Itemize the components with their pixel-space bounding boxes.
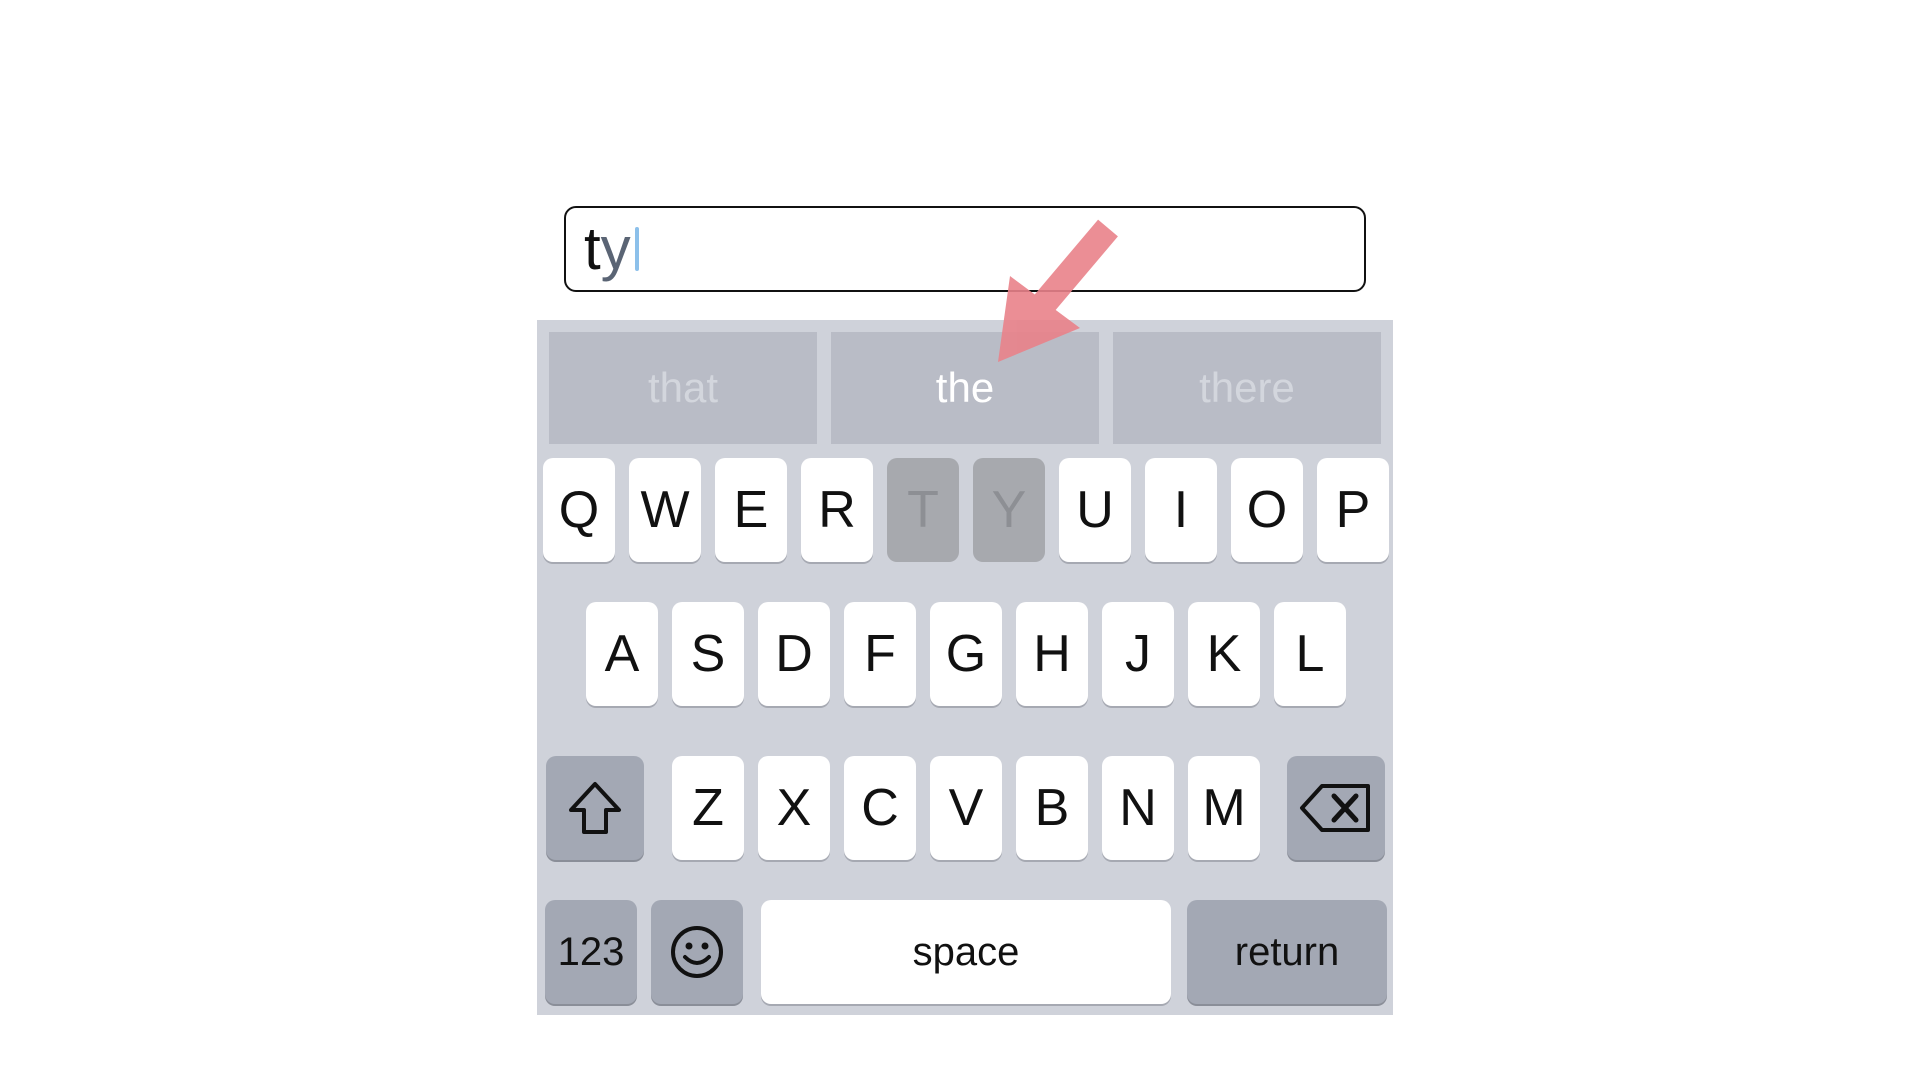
key-m[interactable]: M — [1188, 756, 1260, 860]
key-y[interactable]: Y — [973, 458, 1045, 562]
suggestion-that[interactable]: that — [549, 332, 817, 444]
key-e[interactable]: E — [715, 458, 787, 562]
key-v[interactable]: V — [930, 756, 1002, 860]
on-screen-keyboard: that the there Q W E R T Y U I O P A S D… — [537, 320, 1393, 1015]
key-w[interactable]: W — [629, 458, 701, 562]
key-r[interactable]: R — [801, 458, 873, 562]
key-j[interactable]: J — [1102, 602, 1174, 706]
key-p[interactable]: P — [1317, 458, 1389, 562]
key-c[interactable]: C — [844, 756, 916, 860]
emoji-key[interactable] — [651, 900, 743, 1004]
key-z[interactable]: Z — [672, 756, 744, 860]
text-input-field[interactable]: ty — [564, 206, 1366, 292]
pending-text: y — [600, 215, 631, 282]
key-s[interactable]: S — [672, 602, 744, 706]
backspace-key[interactable] — [1287, 756, 1385, 860]
suggestion-bar: that the there — [549, 332, 1381, 444]
key-o[interactable]: O — [1231, 458, 1303, 562]
screen: ty that the there Q W E R T Y U I O P A … — [0, 0, 1920, 1080]
key-t[interactable]: T — [887, 458, 959, 562]
key-u[interactable]: U — [1059, 458, 1131, 562]
key-n[interactable]: N — [1102, 756, 1174, 860]
return-key[interactable]: return — [1187, 900, 1387, 1004]
space-key[interactable]: space — [761, 900, 1171, 1004]
key-l[interactable]: L — [1274, 602, 1346, 706]
key-f[interactable]: F — [844, 602, 916, 706]
key-d[interactable]: D — [758, 602, 830, 706]
shift-key[interactable] — [546, 756, 644, 860]
backspace-icon — [1300, 784, 1370, 832]
key-q[interactable]: Q — [543, 458, 615, 562]
shift-arrow-icon — [569, 782, 621, 834]
typed-text: t — [584, 215, 601, 282]
numbers-key[interactable]: 123 — [545, 900, 637, 1004]
suggestion-there[interactable]: there — [1113, 332, 1381, 444]
key-b[interactable]: B — [1016, 756, 1088, 860]
key-a[interactable]: A — [586, 602, 658, 706]
smiley-face-icon — [671, 926, 723, 978]
key-k[interactable]: K — [1188, 602, 1260, 706]
key-x[interactable]: X — [758, 756, 830, 860]
key-g[interactable]: G — [930, 602, 1002, 706]
text-cursor — [634, 227, 639, 271]
suggestion-the[interactable]: the — [831, 332, 1099, 444]
key-i[interactable]: I — [1145, 458, 1217, 562]
key-h[interactable]: H — [1016, 602, 1088, 706]
